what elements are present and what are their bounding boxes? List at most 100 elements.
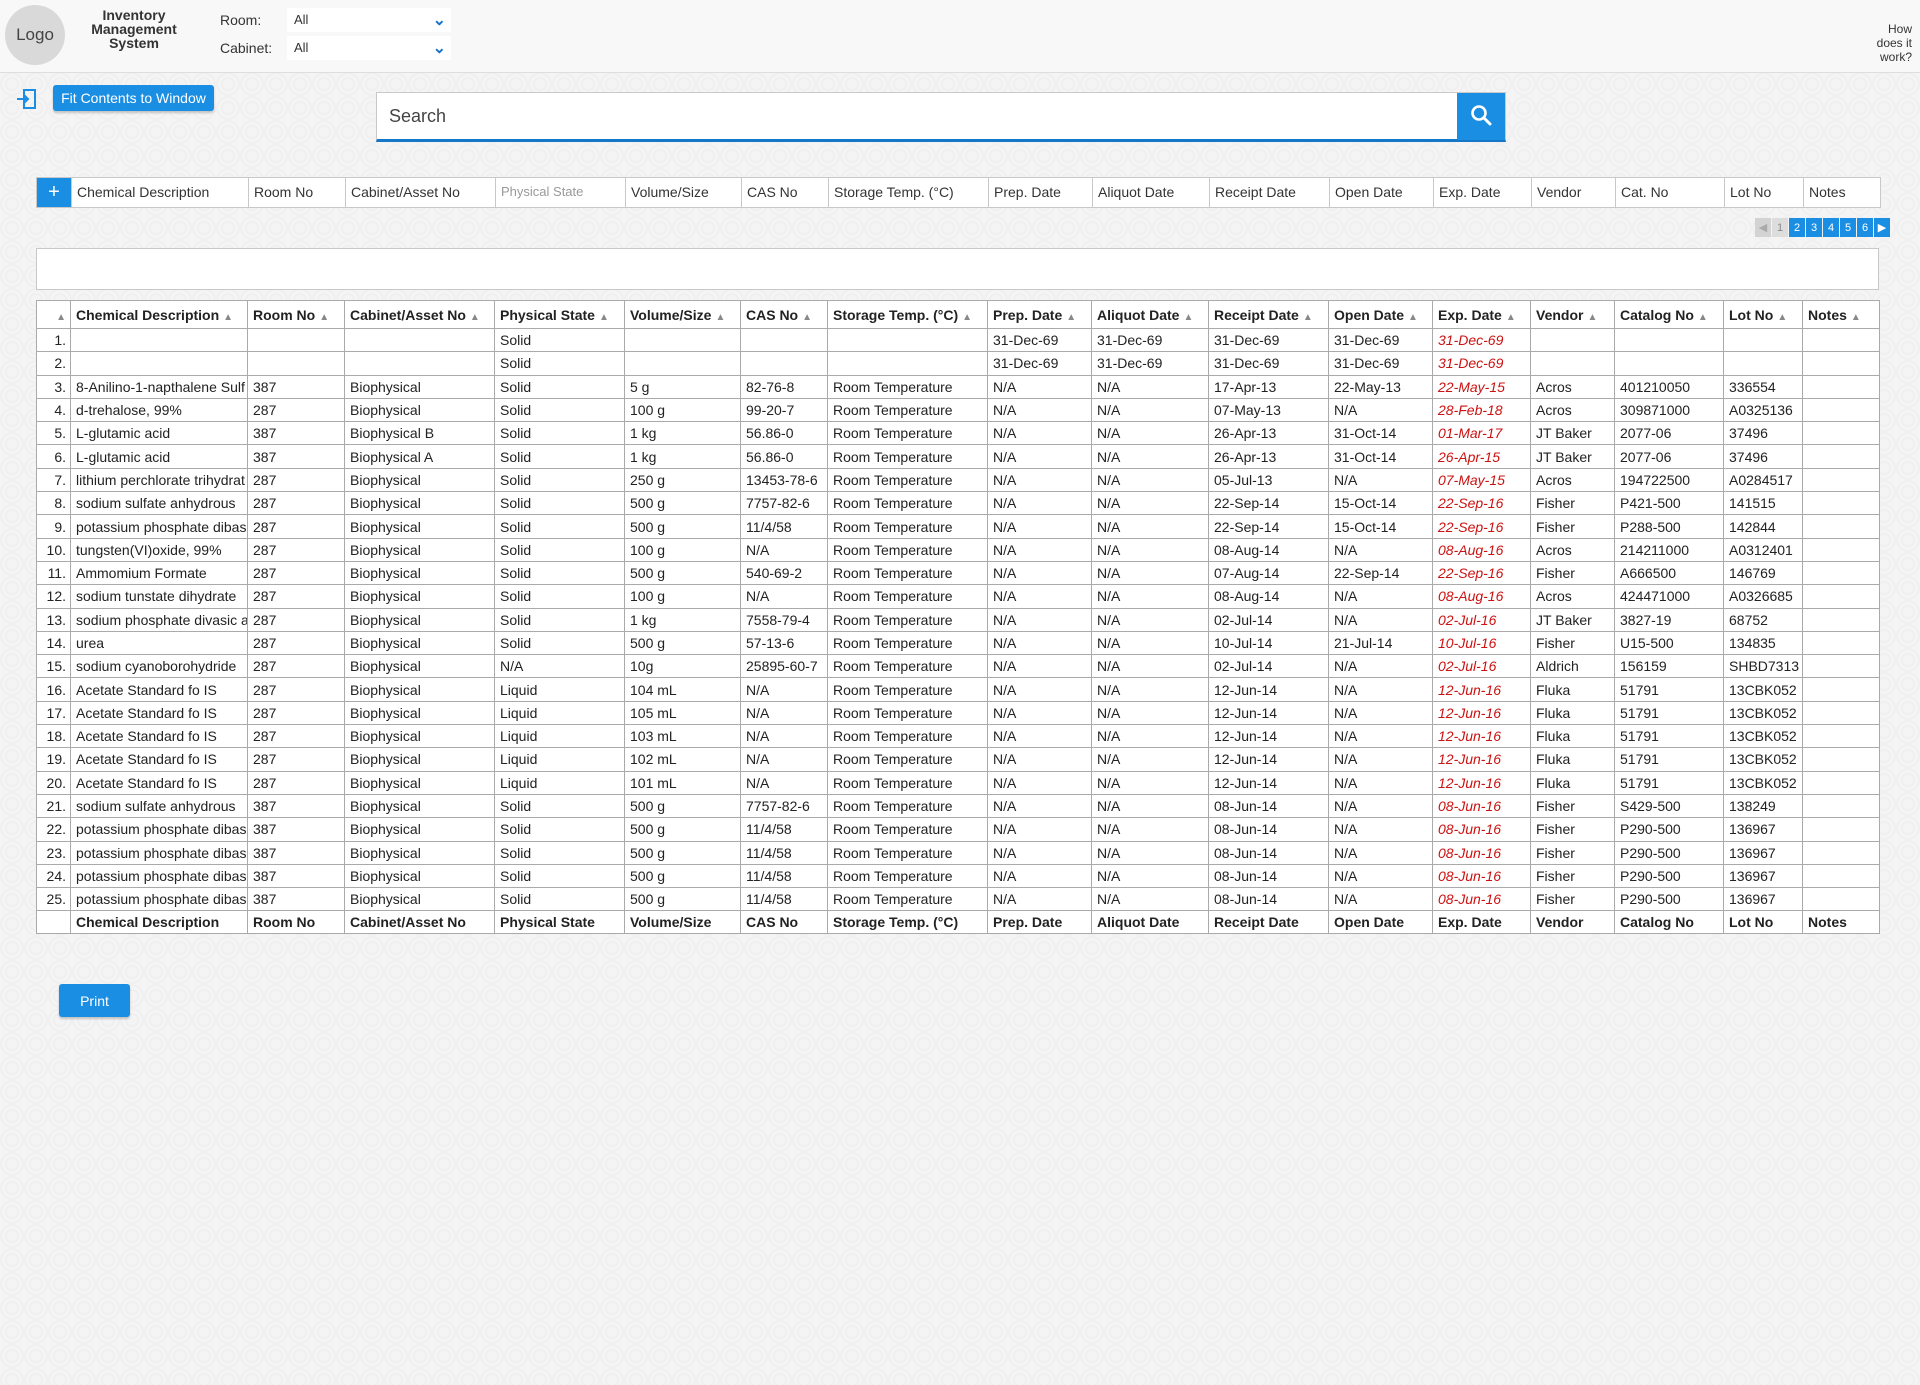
column-header[interactable]: Catalog No ▲: [1614, 300, 1724, 329]
filter-field-receipt-date[interactable]: Receipt Date: [1209, 178, 1329, 207]
table-row[interactable]: 18. Acetate Standard fo IS 287 Biophysical L…: [36, 724, 1880, 749]
filter-field-notes[interactable]: Notes: [1803, 178, 1880, 207]
room-filter-select[interactable]: All ⌄: [287, 8, 451, 32]
table-row[interactable]: 22. potassium phosphate dibas 387 Biophysic…: [36, 817, 1880, 842]
table-cell: N/A: [987, 840, 1092, 865]
help-link[interactable]: How does it work?: [1864, 22, 1912, 64]
column-header[interactable]: Volume/Size ▲: [624, 300, 741, 329]
table-row[interactable]: 2. Solid 31-Dec-69 31-Dec-69 31-Dec-69 31-Dec…: [36, 351, 1880, 376]
table-row[interactable]: 9. potassium phosphate dibas 287 Biophysica…: [36, 514, 1880, 539]
filter-field-aliquot-date[interactable]: Aliquot Date: [1092, 178, 1209, 207]
column-header[interactable]: Chemical Description ▲: [70, 300, 248, 329]
table-row[interactable]: 21. sodium sulfate anhydrous 387 Biophysica…: [36, 793, 1880, 819]
footer-column-label: Exp. Date: [1432, 910, 1531, 935]
sort-index-header[interactable]: ▲: [36, 300, 71, 329]
filter-field-storage-temp-c[interactable]: Storage Temp. (°C): [828, 178, 988, 207]
table-row[interactable]: 19. Acetate Standard fo IS 287 Biophysical L…: [36, 747, 1880, 772]
column-header[interactable]: Receipt Date ▲: [1208, 300, 1329, 329]
add-filter-button[interactable]: +: [37, 178, 71, 207]
column-header[interactable]: Physical State ▲: [494, 300, 625, 329]
column-header[interactable]: Room No ▲: [247, 300, 345, 329]
table-cell: Room Temperature: [827, 607, 988, 632]
table-row[interactable]: 1. Solid 31-Dec-69 31-Dec-69 31-Dec-69 31-Dec…: [36, 327, 1880, 353]
filter-field-room-no[interactable]: Room No: [248, 178, 345, 207]
column-header[interactable]: Notes ▲: [1802, 300, 1880, 329]
table-row[interactable]: 13. sodium phosphate divasic a 287 Biophysi…: [36, 607, 1880, 632]
table-row[interactable]: 7. lithium perchlorate trihydrat 287 Biophy…: [36, 467, 1880, 493]
table-cell: Solid: [494, 817, 625, 842]
column-header[interactable]: Storage Temp. (°C) ▲: [827, 300, 988, 329]
table-row[interactable]: 23. potassium phosphate dibas 387 Biophysic…: [36, 840, 1880, 865]
table-row[interactable]: 10. tungsten(VI)oxide, 99% 287 Biophysical S…: [36, 537, 1880, 562]
filter-field-prep-date[interactable]: Prep. Date: [988, 178, 1092, 207]
page-button[interactable]: 3: [1806, 218, 1822, 237]
table-cell: 500 g: [624, 514, 741, 539]
logo[interactable]: Logo: [5, 5, 65, 65]
filter-field-vendor[interactable]: Vendor: [1531, 178, 1615, 207]
table-cell: Acetate Standard fo IS: [70, 724, 248, 749]
cabinet-filter-select[interactable]: All ⌄: [287, 36, 451, 60]
table-row[interactable]: 12. sodium tunstate dihydrate 287 Biophysic…: [36, 584, 1880, 609]
room-filter-label: Room:: [220, 12, 262, 28]
sort-up-icon: ▲: [1697, 311, 1708, 323]
table-cell: 13CBK052: [1723, 770, 1803, 795]
next-page-icon[interactable]: ▶: [1874, 218, 1890, 237]
page-button[interactable]: 4: [1823, 218, 1839, 237]
filter-field-exp-date[interactable]: Exp. Date: [1433, 178, 1531, 207]
table-cell: N/A: [740, 584, 828, 609]
exit-icon[interactable]: [16, 88, 38, 110]
table-row[interactable]: 24. potassium phosphate dibas 387 Biophysic…: [36, 863, 1880, 889]
table-cell: Room Temperature: [827, 770, 988, 795]
column-header[interactable]: CAS No ▲: [740, 300, 828, 329]
filter-field-cat-no[interactable]: Cat. No: [1615, 178, 1724, 207]
table-row[interactable]: 25. potassium phosphate dibas 387 Biophysic…: [36, 887, 1880, 912]
column-header[interactable]: Exp. Date ▲: [1432, 300, 1531, 329]
filter-field-open-date[interactable]: Open Date: [1329, 178, 1433, 207]
table-row[interactable]: 16. Acetate Standard fo IS 287 Biophysical L…: [36, 677, 1880, 702]
page-button[interactable]: 1: [1772, 218, 1788, 237]
column-header[interactable]: Lot No ▲: [1723, 300, 1803, 329]
table-cell: 28-Feb-18: [1432, 397, 1531, 423]
table-cell: 12-Jun-16: [1432, 677, 1531, 702]
table-cell: Acetate Standard fo IS: [70, 770, 248, 795]
table-row[interactable]: 17. Acetate Standard fo IS 287 Biophysical L…: [36, 700, 1880, 726]
column-header-label: Aliquot Date: [1097, 306, 1180, 323]
search-input[interactable]: [377, 93, 1457, 139]
table-cell: N/A: [1328, 817, 1433, 842]
column-header[interactable]: Vendor ▲: [1530, 300, 1615, 329]
table-row[interactable]: 14. urea 287 Biophysical Solid 500 g 57-13-6 Ro…: [36, 630, 1880, 656]
column-header[interactable]: Open Date ▲: [1328, 300, 1433, 329]
page-button[interactable]: 5: [1840, 218, 1856, 237]
table-cell: [1802, 770, 1880, 795]
filter-field-chemical-description[interactable]: Chemical Description: [71, 178, 248, 207]
table-row[interactable]: 20. Acetate Standard fo IS 287 Biophysical L…: [36, 770, 1880, 795]
page-button[interactable]: 2: [1789, 218, 1805, 237]
table-row[interactable]: 11. Ammomium Formate 287 Biophysical Solid 50…: [36, 560, 1880, 586]
column-header[interactable]: Prep. Date ▲: [987, 300, 1092, 329]
search-button[interactable]: [1457, 93, 1505, 140]
filter-field-volume-size[interactable]: Volume/Size: [625, 178, 741, 207]
table-row[interactable]: 5. L-glutamic acid 387 Biophysical B Solid 1 …: [36, 421, 1880, 446]
table-cell: 136967: [1723, 887, 1803, 912]
table-cell: [70, 327, 248, 353]
filter-field-cas-no[interactable]: CAS No: [741, 178, 828, 207]
column-header[interactable]: Cabinet/Asset No ▲: [344, 300, 495, 329]
filter-field-lot-no[interactable]: Lot No: [1724, 178, 1803, 207]
table-row[interactable]: 3. 8-Anilino-1-napthalene Sulf 387 Biophysi…: [36, 374, 1880, 399]
print-button[interactable]: Print: [59, 984, 130, 1017]
table-row[interactable]: 15. sodium cyanoborohydride 287 Biophysical…: [36, 654, 1880, 679]
filter-field-cabinet-asset-no[interactable]: Cabinet/Asset No: [345, 178, 495, 207]
table-cell: 11/4/58: [740, 887, 828, 912]
fit-contents-button[interactable]: Fit Contents to Window: [53, 85, 214, 111]
prev-page-icon[interactable]: ◀: [1755, 218, 1771, 237]
table-row[interactable]: 6. L-glutamic acid 387 Biophysical A Solid 1 …: [36, 444, 1880, 469]
filter-field-physical-state[interactable]: Physical State: [495, 178, 625, 207]
table-cell: [70, 351, 248, 376]
table-cell: 287: [247, 700, 345, 726]
table-cell: N/A: [987, 491, 1092, 516]
column-header[interactable]: Aliquot Date ▲: [1091, 300, 1209, 329]
table-row[interactable]: 8. sodium sulfate anhydrous 287 Biophysical…: [36, 491, 1880, 516]
page-button[interactable]: 6: [1857, 218, 1873, 237]
table-row[interactable]: 4. d-trehalose, 99% 287 Biophysical Solid 100…: [36, 397, 1880, 423]
table-cell: N/A: [1091, 607, 1209, 632]
